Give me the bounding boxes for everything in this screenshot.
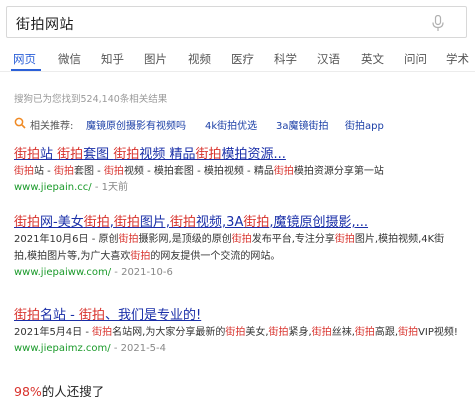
tab-english[interactable]: 英文 <box>361 51 384 67</box>
result-snippet: 拍,模拍图片等,为广大喜欢街拍的网友提供一个交流的网站。 <box>14 251 281 262</box>
active-tab-indicator <box>11 69 41 71</box>
result-date: 2021-5-4 <box>120 343 167 354</box>
keyword-highlight: 街拍 <box>195 147 222 162</box>
keyword-highlight: 街拍 <box>53 166 74 177</box>
tab-academic[interactable]: 学术 <box>446 51 469 67</box>
also-searched-percent: 98% <box>14 384 42 399</box>
tab-weixin[interactable]: 微信 <box>58 51 81 67</box>
keyword-highlight: 街拍 <box>334 234 355 245</box>
tab-images[interactable]: 图片 <box>144 51 167 67</box>
keyword-highlight: 街拍 <box>83 215 110 230</box>
tab-science[interactable]: 科学 <box>274 51 297 67</box>
keyword-highlight: 街拍 <box>225 327 246 338</box>
keyword-highlight: 街拍 <box>92 327 113 338</box>
search-result: 街拍站 街拍套图 街拍视频 精品街拍模拍资源... 街拍站 - 街拍套图 - 街… <box>14 147 384 195</box>
result-count: 搜狗已为您找到524,140条相关结果 <box>14 94 168 105</box>
related-link[interactable]: 魔镜原创摄影有视频吗 <box>86 117 186 132</box>
related-link[interactable]: 4k街拍优选 <box>205 117 257 132</box>
keyword-highlight: 街拍 <box>118 234 139 245</box>
keyword-highlight: 街拍 <box>311 327 332 338</box>
keyword-highlight: 街拍 <box>398 327 419 338</box>
keyword-highlight: 街拍 <box>14 308 41 323</box>
keyword-highlight: 街拍 <box>170 215 197 230</box>
result-snippet: 街拍站 - 街拍套图 - 街拍视频 - 模拍套图 - 模拍视频 - 精品街拍模拍… <box>14 166 384 177</box>
microphone-icon[interactable] <box>432 15 444 32</box>
keyword-highlight: 街拍 <box>14 147 41 162</box>
result-snippet: 2021年5月4日 - 街拍名站网,为大家分享最新的街拍美女,街拍紧身,街拍丝袜… <box>14 327 458 338</box>
tab-medical[interactable]: 医疗 <box>231 51 254 67</box>
tab-web[interactable]: 网页 <box>13 51 36 67</box>
keyword-highlight: 街拍 <box>268 327 289 338</box>
keyword-highlight: 街拍 <box>78 308 105 323</box>
result-snippet: 2021年10月6日 - 原创街拍摄影网,是顶级的原创街拍发布平台,专注分享街拍… <box>14 234 445 245</box>
keyword-highlight: 街拍 <box>243 215 270 230</box>
keyword-highlight: 街拍 <box>103 166 124 177</box>
keyword-highlight: 街拍 <box>273 166 294 177</box>
keyword-highlight: 街拍 <box>14 166 34 177</box>
search-icon <box>14 117 26 129</box>
related-link[interactable]: 3a魔镜街拍 <box>276 117 329 132</box>
search-input[interactable]: 街拍网站 <box>16 14 74 34</box>
search-result: 街拍名站 - 街拍、我们是专业的! 2021年5月4日 - 街拍名站网,为大家分… <box>14 308 458 356</box>
tab-zhihu[interactable]: 知乎 <box>101 51 124 67</box>
result-url[interactable]: www.jiepaiww.com/ <box>14 267 111 278</box>
also-searched-heading: 98%的人还搜了 <box>14 381 104 400</box>
result-date: 2021-10-6 <box>121 267 173 278</box>
keyword-highlight: 街拍 <box>113 215 140 230</box>
keyword-highlight: 街拍 <box>130 251 151 262</box>
search-box[interactable]: 街拍网站 <box>6 6 467 38</box>
result-url-line[interactable]: www.jiepaimz.com/ - 2021-5-4 <box>14 341 458 356</box>
result-url-line[interactable]: www.jiepaiww.com/ - 2021-10-6 <box>14 265 444 280</box>
tab-video[interactable]: 视频 <box>188 51 211 67</box>
result-url-line[interactable]: www.jiepain.cc/ - 1天前 <box>14 180 384 195</box>
related-link[interactable]: 街拍app <box>345 117 384 132</box>
keyword-highlight: 街拍 <box>354 327 375 338</box>
result-url[interactable]: www.jiepaimz.com/ <box>14 343 111 354</box>
related-label: 相关推荐: <box>30 121 74 132</box>
result-title[interactable]: 街拍网-美女街拍,街拍图片,街拍视频,3A街拍,魔镜原创摄影,... <box>14 215 444 231</box>
search-result: 街拍网-美女街拍,街拍图片,街拍视频,3A街拍,魔镜原创摄影,... 2021年… <box>14 215 444 280</box>
result-url[interactable]: www.jiepain.cc/ <box>14 182 92 193</box>
keyword-highlight: 街拍 <box>14 215 41 230</box>
tab-wenwen[interactable]: 问问 <box>404 51 427 67</box>
vertical-tabs: 网页 微信 知乎 图片 视频 医疗 科学 汉语 英文 问问 学术 <box>0 47 475 72</box>
result-date: 1天前 <box>101 182 128 193</box>
keyword-highlight: 街拍 <box>113 147 140 162</box>
keyword-highlight: 街拍 <box>57 147 84 162</box>
keyword-highlight: 街拍 <box>231 234 252 245</box>
also-searched-text: 的人还搜了 <box>41 384 105 399</box>
result-title[interactable]: 街拍站 街拍套图 街拍视频 精品街拍模拍资源... <box>14 147 384 163</box>
result-title[interactable]: 街拍名站 - 街拍、我们是专业的! <box>14 308 458 324</box>
tab-hanyu[interactable]: 汉语 <box>317 51 340 67</box>
